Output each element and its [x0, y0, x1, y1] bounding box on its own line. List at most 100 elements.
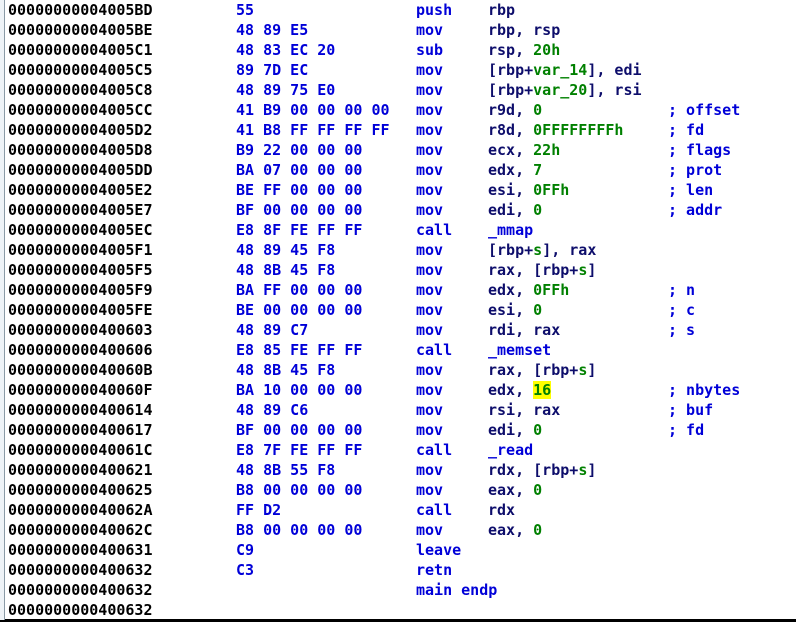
operand-rest[interactable]: ] [587, 361, 596, 379]
operand-imm[interactable]: 0FFh [533, 281, 569, 299]
disassembly-line[interactable]: 00000000004005DD BA 07 00 00 00 mov edx, 7;… [6, 160, 796, 180]
instruction-mnemonic[interactable]: retn [416, 561, 452, 579]
line-instruction[interactable]: mov rax, [rbp+s] [416, 360, 596, 380]
instruction-mnemonic[interactable]: mov [416, 60, 488, 80]
operand-dst[interactable]: [rbp+ [488, 241, 533, 259]
line-instruction[interactable]: mov rdi, rax [416, 320, 560, 340]
instruction-mnemonic[interactable]: mov [416, 320, 488, 340]
instruction-mnemonic[interactable]: call [416, 340, 488, 360]
instruction-mnemonic[interactable]: call [416, 440, 488, 460]
line-instruction[interactable]: mov edx, 16 [416, 380, 552, 400]
line-instruction[interactable]: mov rax, [rbp+s] [416, 260, 596, 280]
operand-dst[interactable]: edx, [488, 381, 533, 399]
line-instruction[interactable]: mov [rbp+var_14], edi [416, 60, 642, 80]
operand-dst[interactable]: edi, [488, 421, 533, 439]
operand-dst[interactable]: eax, [488, 521, 533, 539]
operand-dst[interactable]: ecx, [488, 141, 533, 159]
line-instruction[interactable]: mov r8d, 0FFFFFFFFh [416, 120, 623, 140]
disassembly-line[interactable]: 0000000000400632 main endp [6, 580, 796, 600]
instruction-mnemonic[interactable]: mov [416, 80, 488, 100]
instruction-mnemonic[interactable]: mov [416, 260, 488, 280]
instruction-mnemonic[interactable]: mov [416, 400, 488, 420]
line-instruction[interactable]: main endp [416, 580, 497, 600]
line-instruction[interactable]: mov edi, 0 [416, 200, 542, 220]
instruction-mnemonic[interactable]: mov [416, 200, 488, 220]
operand-dst[interactable]: esi, [488, 181, 533, 199]
disassembly-line[interactable]: 00000000004005C1 48 83 EC 20 sub rsp, 20h [6, 40, 796, 60]
instruction-mnemonic[interactable]: mov [416, 120, 488, 140]
instruction-mnemonic[interactable]: mov [416, 380, 488, 400]
line-instruction[interactable]: mov edx, 7 [416, 160, 542, 180]
operand-dst[interactable]: rax, [rbp+ [488, 361, 578, 379]
operand-rest[interactable]: ] [587, 261, 596, 279]
line-instruction[interactable]: mov esi, 0 [416, 300, 542, 320]
line-instruction[interactable]: mov eax, 0 [416, 520, 542, 540]
line-instruction[interactable]: mov eax, 0 [416, 480, 542, 500]
operand-dst[interactable]: edx, [488, 161, 533, 179]
instruction-mnemonic[interactable]: leave [416, 541, 461, 559]
operand-endp[interactable]: main endp [416, 581, 497, 599]
operand-target[interactable]: _mmap [488, 221, 533, 239]
instruction-mnemonic[interactable]: mov [416, 20, 488, 40]
line-instruction[interactable]: retn [416, 560, 452, 580]
line-instruction[interactable]: mov [rbp+s], rax [416, 240, 596, 260]
operand-dst[interactable]: [rbp+ [488, 61, 533, 79]
instruction-mnemonic[interactable]: call [416, 220, 488, 240]
operand-imm[interactable]: 7 [533, 161, 542, 179]
disassembly-view[interactable]: 00000000004005BD 55 push rbp 00000000004005B… [0, 0, 796, 622]
code-lines-container[interactable]: 00000000004005BD 55 push rbp 00000000004005B… [6, 0, 796, 620]
operand-target[interactable]: _memset [488, 341, 551, 359]
operand-rest[interactable]: ], edi [587, 61, 641, 79]
disassembly-line[interactable]: 0000000000400632 [6, 600, 796, 620]
instruction-mnemonic[interactable]: mov [416, 520, 488, 540]
operand-dst[interactable]: eax, [488, 481, 533, 499]
disassembly-line[interactable]: 00000000004005E7 BF 00 00 00 00 mov edi, 0;… [6, 200, 796, 220]
operand-imm[interactable]: 0 [533, 101, 542, 119]
line-instruction[interactable]: sub rsp, 20h [416, 40, 560, 60]
operand-dst[interactable]: rdi, rax [488, 321, 560, 339]
disassembly-line[interactable]: 00000000004005F5 48 8B 45 F8 mov rax, [rbp+… [6, 260, 796, 280]
instruction-mnemonic[interactable]: mov [416, 300, 488, 320]
disassembly-line[interactable]: 00000000004005C5 89 7D EC mov [rbp+var_14],… [6, 60, 796, 80]
instruction-mnemonic[interactable]: mov [416, 100, 488, 120]
line-instruction[interactable]: mov rsi, rax [416, 400, 560, 420]
instruction-mnemonic[interactable]: mov [416, 240, 488, 260]
disassembly-line[interactable]: 0000000000400603 48 89 C7 mov rdi, rax ; s [6, 320, 796, 340]
operand-dst[interactable]: rdx, [rbp+ [488, 461, 578, 479]
line-instruction[interactable]: mov edi, 0 [416, 420, 542, 440]
operand-imm[interactable]: 0FFFFFFFFh [533, 121, 623, 139]
line-instruction[interactable]: mov [rbp+var_20], rsi [416, 80, 642, 100]
operand-imm[interactable]: 0 [533, 481, 542, 499]
line-instruction[interactable]: mov edx, 0FFh [416, 280, 569, 300]
operand-rest[interactable]: ] [587, 461, 596, 479]
operand-dst[interactable]: rdx [488, 501, 515, 519]
line-instruction[interactable]: call _read [416, 440, 533, 460]
disassembly-line[interactable]: 00000000004005EC E8 8F FE FF FF call _mmap [6, 220, 796, 240]
instruction-mnemonic[interactable]: mov [416, 460, 488, 480]
disassembly-line[interactable]: 00000000004005F9 BA FF 00 00 00 mov edx, 0F… [6, 280, 796, 300]
disassembly-line[interactable]: 00000000004005FE BE 00 00 00 00 mov esi, 0;… [6, 300, 796, 320]
operand-imm[interactable]: 16 [533, 381, 552, 399]
line-instruction[interactable]: mov esi, 0FFh [416, 180, 569, 200]
disassembly-line[interactable]: 00000000004005D2 41 B8 FF FF FF FF mov r8d,… [6, 120, 796, 140]
operand-imm[interactable]: 0 [533, 521, 542, 539]
line-instruction[interactable]: call _memset [416, 340, 551, 360]
instruction-mnemonic[interactable]: mov [416, 140, 488, 160]
disassembly-line[interactable]: 000000000040062C B8 00 00 00 00 mov eax, 0 [6, 520, 796, 540]
instruction-mnemonic[interactable]: mov [416, 160, 488, 180]
operand-dst[interactable]: rbp, rsp [488, 21, 560, 39]
operand-dst[interactable]: edx, [488, 281, 533, 299]
operand-var[interactable]: s [578, 361, 587, 379]
instruction-mnemonic[interactable]: push [416, 0, 488, 20]
operand-imm[interactable]: 0FFh [533, 181, 569, 199]
instruction-mnemonic[interactable]: mov [416, 360, 488, 380]
disassembly-line[interactable]: 00000000004005C8 48 89 75 E0 mov [rbp+var_2… [6, 80, 796, 100]
disassembly-line[interactable]: 0000000000400625 B8 00 00 00 00 mov eax, 0 [6, 480, 796, 500]
operand-imm[interactable]: 0 [533, 301, 542, 319]
instruction-mnemonic[interactable]: mov [416, 280, 488, 300]
disassembly-line[interactable]: 0000000000400632 C3 retn [6, 560, 796, 580]
disassembly-line[interactable]: 000000000040060F BA 10 00 00 00 mov edx, 16… [6, 380, 796, 400]
line-instruction[interactable]: push rbp [416, 0, 515, 20]
operand-imm[interactable]: 0 [533, 201, 542, 219]
operand-var[interactable]: s [578, 261, 587, 279]
